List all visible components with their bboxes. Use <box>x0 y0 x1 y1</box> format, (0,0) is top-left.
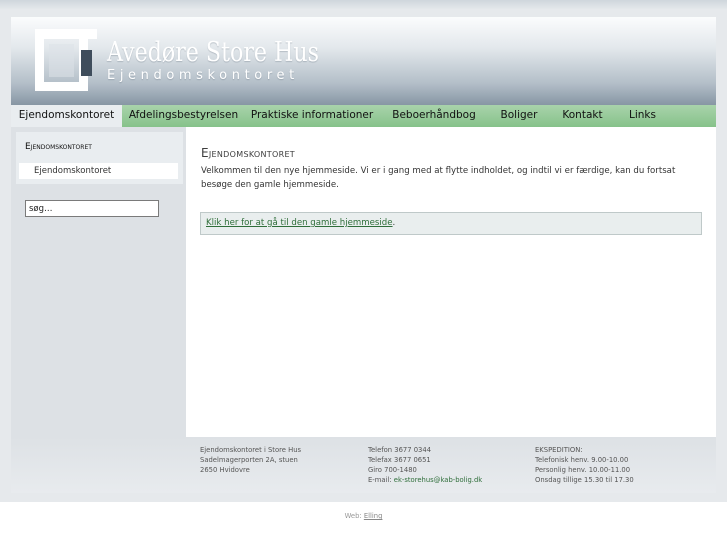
nav-item-boliger[interactable]: Boliger <box>489 105 549 127</box>
nav-item-kontakt[interactable]: Kontakt <box>549 105 616 127</box>
nav-item-links[interactable]: Links <box>616 105 669 127</box>
footer-hours-line: Personlig henv. 10.00-11.00 <box>535 466 631 474</box>
footer-email-label: E-mail: <box>368 476 394 484</box>
old-site-notice: Klik her for at gå til den gamle hjemmes… <box>200 212 702 235</box>
sidebar-item-ejendomskontoret[interactable]: Ejendomskontoret <box>19 163 178 179</box>
web-credit: Web: Elling <box>0 512 727 520</box>
sidebar-menu: Ejendomskontoret Ejendomskontoret <box>16 132 183 184</box>
nav-item-beboerhaandbog[interactable]: Beboerhåndbog <box>379 105 489 127</box>
page-title: Ejendomskontoret <box>201 146 295 160</box>
footer-address-line: Ejendomskontoret i Store Hus <box>200 446 302 454</box>
old-site-link[interactable]: Klik her for at gå til den gamle hjemmes… <box>206 218 393 228</box>
sidebar-heading: Ejendomskontoret <box>25 142 92 152</box>
credit-prefix: Web: <box>344 512 364 520</box>
credit-link[interactable]: Elling <box>364 512 383 520</box>
footer-phone: Telefon 3677 0344 <box>368 446 432 454</box>
footer-address: Ejendomskontoret i Store Hus Sadelmagerp… <box>200 445 301 475</box>
footer-hours: EKSPEDITION: Telefonisk henv. 9.00-10.00… <box>535 445 634 485</box>
nav-item-afdelingsbestyrelsen[interactable]: Afdelingsbestyrelsen <box>122 105 245 127</box>
footer-email-line: E-mail: ek-storehus@kab-bolig.dk <box>368 475 482 485</box>
nav-item-ejendomskontoret[interactable]: Ejendomskontoret <box>11 105 122 127</box>
sidebar: Ejendomskontoret Ejendomskontoret <box>11 127 186 437</box>
notice-suffix: . <box>392 218 396 228</box>
footer-hours-line: Telefonisk henv. 9.00-10.00 <box>535 456 629 464</box>
footer-fax: Telefax 3677 0651 <box>368 456 431 464</box>
footer-hours-title: EKSPEDITION: <box>535 446 583 454</box>
nav-item-praktiske-informationer[interactable]: Praktiske informationer <box>245 105 379 127</box>
welcome-text: Velkommen til den nye hjemmeside. Vi er … <box>201 166 676 190</box>
logo-icon <box>35 29 97 91</box>
site-header: Avedøre Store Hus Ejendomskontoret <box>11 17 716 105</box>
footer-giro: Giro 700-1480 <box>368 466 417 474</box>
search-input[interactable] <box>25 200 159 217</box>
main-nav: Ejendomskontoret Afdelingsbestyrelsen Pr… <box>11 105 716 127</box>
site-footer: Ejendomskontoret i Store Hus Sadelmagerp… <box>11 437 716 493</box>
footer-email-link[interactable]: ek-storehus@kab-bolig.dk <box>394 476 482 484</box>
brand-subtitle: Ejendomskontoret <box>107 68 299 83</box>
top-strip <box>0 0 727 9</box>
footer-address-line: Sadelmagerporten 2A, stuen <box>200 456 298 464</box>
main-content: Ejendomskontoret Velkommen til den nye h… <box>186 127 716 437</box>
footer-address-line: 2650 Hvidovre <box>200 466 250 474</box>
footer-contact: Telefon 3677 0344 Telefax 3677 0651 Giro… <box>368 445 482 485</box>
brand-title: Avedøre Store Hus <box>107 37 319 68</box>
footer-hours-line: Onsdag tillige 15.30 til 17.30 <box>535 476 634 484</box>
